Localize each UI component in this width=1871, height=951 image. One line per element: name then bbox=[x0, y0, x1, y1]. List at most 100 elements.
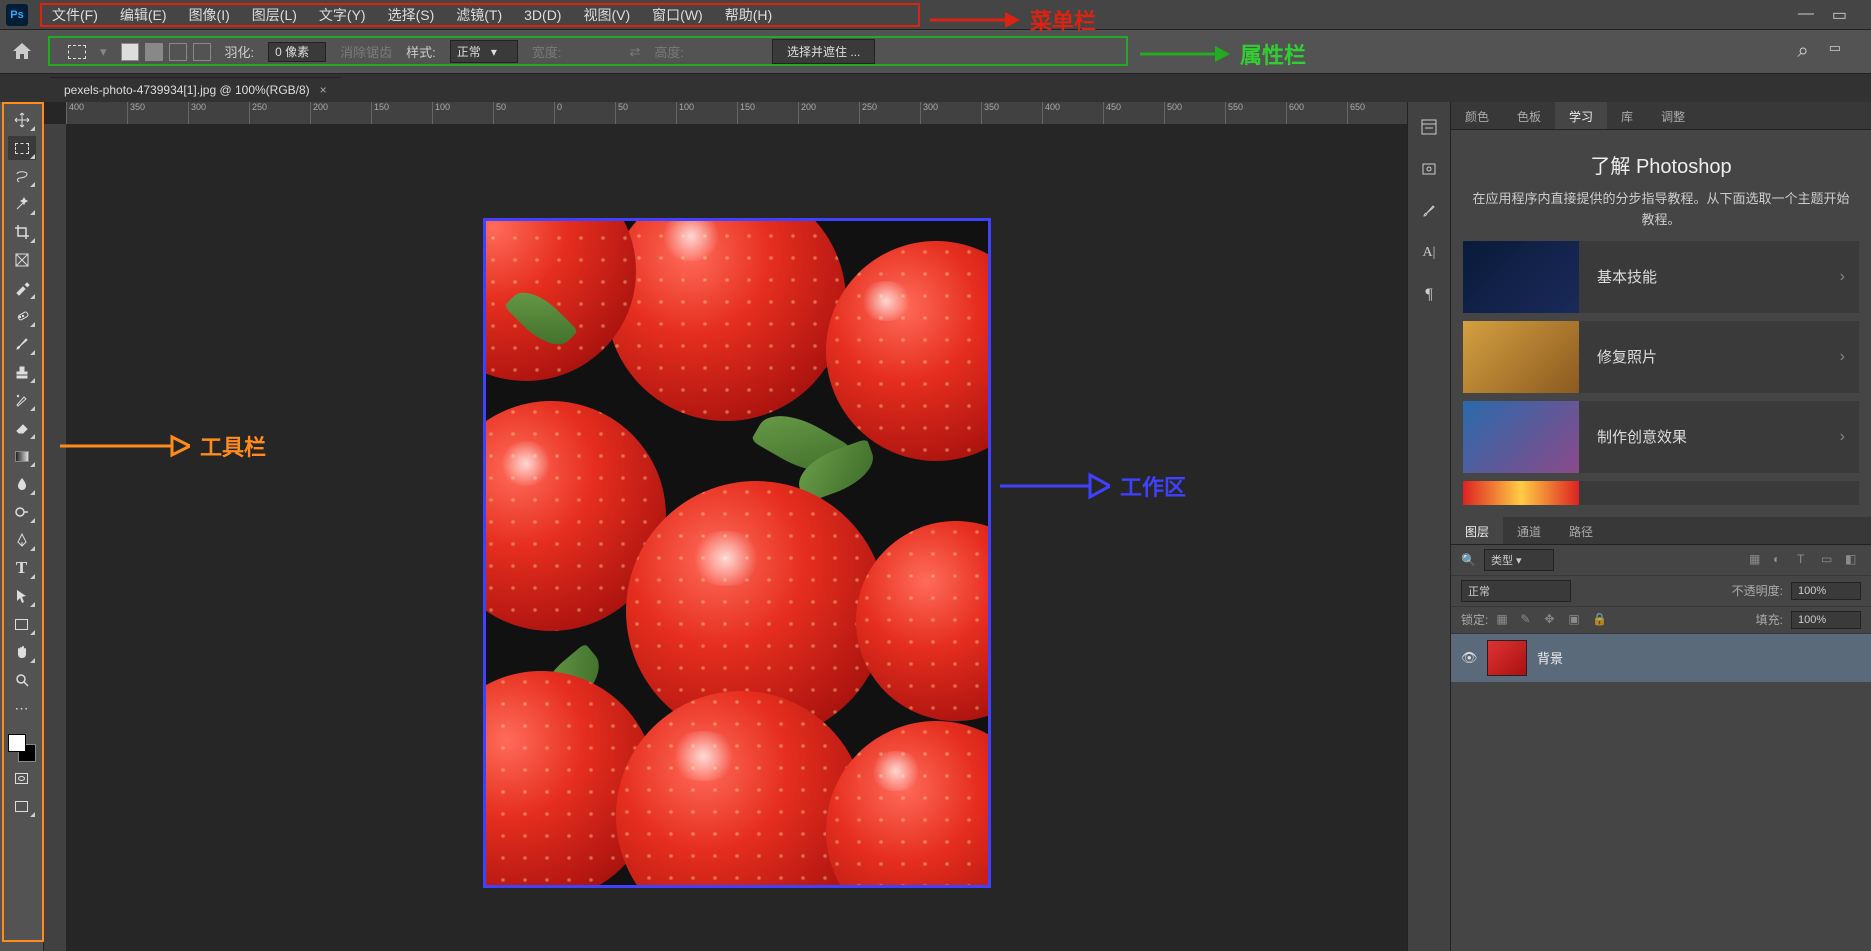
canvas-area[interactable] bbox=[66, 124, 1407, 951]
restore-icon[interactable]: ▭ bbox=[1832, 5, 1847, 25]
color-swatches[interactable] bbox=[8, 734, 36, 762]
magic-wand-tool[interactable] bbox=[8, 192, 36, 216]
search-icon[interactable]: ⌕ bbox=[1798, 40, 1809, 63]
selection-subtract-icon[interactable] bbox=[169, 43, 187, 61]
menu-image[interactable]: 图像(I) bbox=[179, 1, 240, 29]
blur-tool[interactable] bbox=[8, 472, 36, 496]
menu-3d[interactable]: 3D(D) bbox=[514, 3, 571, 27]
shape-tool[interactable] bbox=[8, 612, 36, 636]
menu-filter[interactable]: 滤镜(T) bbox=[446, 1, 512, 29]
type-tool[interactable]: T bbox=[8, 556, 36, 580]
menu-select[interactable]: 选择(S) bbox=[378, 1, 445, 29]
tab-layers[interactable]: 图层 bbox=[1451, 517, 1503, 544]
tab-adjustments[interactable]: 调整 bbox=[1647, 102, 1699, 129]
menu-file[interactable]: 文件(F) bbox=[42, 1, 108, 29]
layer-filter-select[interactable]: 类型 ▾ bbox=[1484, 549, 1554, 571]
selection-mode-icons bbox=[121, 43, 211, 61]
fill-input[interactable]: 100% bbox=[1791, 611, 1861, 629]
close-tab-icon[interactable]: × bbox=[320, 83, 327, 97]
layer-row[interactable]: 👁 背景 bbox=[1451, 634, 1871, 682]
swap-icon: ⇄ bbox=[629, 44, 640, 60]
zoom-tool[interactable] bbox=[8, 668, 36, 692]
style-select[interactable]: 正常 ▾ bbox=[450, 40, 518, 63]
dodge-tool[interactable] bbox=[8, 500, 36, 524]
pen-tool[interactable] bbox=[8, 528, 36, 552]
selection-intersect-icon[interactable] bbox=[193, 43, 211, 61]
dock-history-icon[interactable] bbox=[1418, 116, 1440, 138]
dock-properties-icon[interactable] bbox=[1418, 158, 1440, 180]
lock-artboard-icon[interactable]: ▣ bbox=[1568, 612, 1584, 628]
menu-layer[interactable]: 图层(L) bbox=[242, 1, 307, 29]
lesson-item[interactable] bbox=[1463, 481, 1859, 505]
lasso-tool[interactable] bbox=[8, 164, 36, 188]
lock-position-icon[interactable]: ✥ bbox=[1544, 612, 1560, 628]
workspace-icon[interactable]: ▭ bbox=[1829, 40, 1841, 63]
crop-tool[interactable] bbox=[8, 220, 36, 244]
lesson-item[interactable]: 修复照片› bbox=[1463, 321, 1859, 393]
select-and-mask-button[interactable]: 选择并遮住 ... bbox=[772, 39, 875, 64]
eyedropper-tool[interactable] bbox=[8, 276, 36, 300]
filter-smart-icon[interactable]: ◧ bbox=[1845, 552, 1861, 568]
ruler-vertical[interactable] bbox=[44, 124, 66, 951]
marquee-tool[interactable] bbox=[8, 136, 36, 160]
opacity-label: 不透明度: bbox=[1732, 582, 1783, 599]
tool-preset-icon[interactable] bbox=[68, 45, 86, 59]
stamp-tool[interactable] bbox=[8, 360, 36, 384]
ruler-horizontal[interactable]: 4003503002502001501005005010015020025030… bbox=[66, 102, 1407, 124]
selection-add-icon[interactable] bbox=[145, 43, 163, 61]
blend-mode-select[interactable]: 正常 bbox=[1461, 580, 1571, 602]
app-logo: Ps bbox=[6, 4, 28, 26]
screenmode-tool[interactable] bbox=[8, 794, 36, 818]
feather-label: 羽化: bbox=[225, 42, 255, 61]
lesson-label: 基本技能 bbox=[1579, 266, 1826, 287]
lesson-item[interactable]: 基本技能› bbox=[1463, 241, 1859, 313]
tab-color[interactable]: 颜色 bbox=[1451, 102, 1503, 129]
menu-help[interactable]: 帮助(H) bbox=[715, 1, 782, 29]
history-brush-tool[interactable] bbox=[8, 388, 36, 412]
selection-new-icon[interactable] bbox=[121, 43, 139, 61]
dock-character-icon[interactable]: A| bbox=[1418, 242, 1440, 264]
menu-type[interactable]: 文字(Y) bbox=[309, 1, 376, 29]
hand-tool[interactable] bbox=[8, 640, 36, 664]
eraser-tool[interactable] bbox=[8, 416, 36, 440]
document-image[interactable] bbox=[483, 218, 991, 888]
tab-swatches[interactable]: 色板 bbox=[1503, 102, 1555, 129]
filter-image-icon[interactable]: ▦ bbox=[1749, 552, 1765, 568]
frame-tool[interactable] bbox=[8, 248, 36, 272]
dock-paragraph-icon[interactable]: ¶ bbox=[1418, 284, 1440, 306]
quickmask-tool[interactable] bbox=[8, 766, 36, 790]
brush-tool[interactable] bbox=[8, 332, 36, 356]
tab-paths[interactable]: 路径 bbox=[1555, 517, 1607, 544]
tab-learn[interactable]: 学习 bbox=[1555, 102, 1607, 129]
feather-input[interactable] bbox=[268, 42, 326, 62]
filter-type-icon[interactable]: T bbox=[1797, 552, 1813, 568]
lock-label: 锁定: bbox=[1461, 611, 1488, 628]
healing-tool[interactable] bbox=[8, 304, 36, 328]
edit-toolbar[interactable]: ⋯ bbox=[8, 696, 36, 720]
gradient-tool[interactable] bbox=[8, 444, 36, 468]
lesson-item[interactable]: 制作创意效果› bbox=[1463, 401, 1859, 473]
menu-view[interactable]: 视图(V) bbox=[573, 1, 640, 29]
tab-libraries[interactable]: 库 bbox=[1607, 102, 1647, 129]
search-icon[interactable]: 🔍 bbox=[1461, 553, 1476, 567]
path-select-tool[interactable] bbox=[8, 584, 36, 608]
home-icon[interactable] bbox=[10, 40, 34, 64]
menu-edit[interactable]: 编辑(E) bbox=[110, 1, 177, 29]
document-tab[interactable]: pexels-photo-4739934[1].jpg @ 100%(RGB/8… bbox=[50, 77, 341, 102]
move-tool[interactable] bbox=[8, 108, 36, 132]
lock-brush-icon[interactable]: ✎ bbox=[1520, 612, 1536, 628]
minimize-icon[interactable]: — bbox=[1798, 5, 1814, 25]
opacity-input[interactable]: 100% bbox=[1791, 582, 1861, 600]
visibility-icon[interactable]: 👁 bbox=[1461, 650, 1477, 666]
menu-window[interactable]: 窗口(W) bbox=[642, 1, 713, 29]
lock-pixels-icon[interactable]: ▦ bbox=[1496, 612, 1512, 628]
filter-adjust-icon[interactable]: ◐ bbox=[1773, 552, 1789, 568]
filter-shape-icon[interactable]: ▭ bbox=[1821, 552, 1837, 568]
panel-dock: A| ¶ bbox=[1407, 102, 1451, 951]
lock-all-icon[interactable]: 🔒 bbox=[1592, 612, 1608, 628]
lesson-label: 修复照片 bbox=[1579, 346, 1826, 367]
tab-channels[interactable]: 通道 bbox=[1503, 517, 1555, 544]
antialias-label: 消除锯齿 bbox=[340, 42, 392, 61]
dock-brush-icon[interactable] bbox=[1418, 200, 1440, 222]
lesson-thumb bbox=[1463, 321, 1579, 393]
